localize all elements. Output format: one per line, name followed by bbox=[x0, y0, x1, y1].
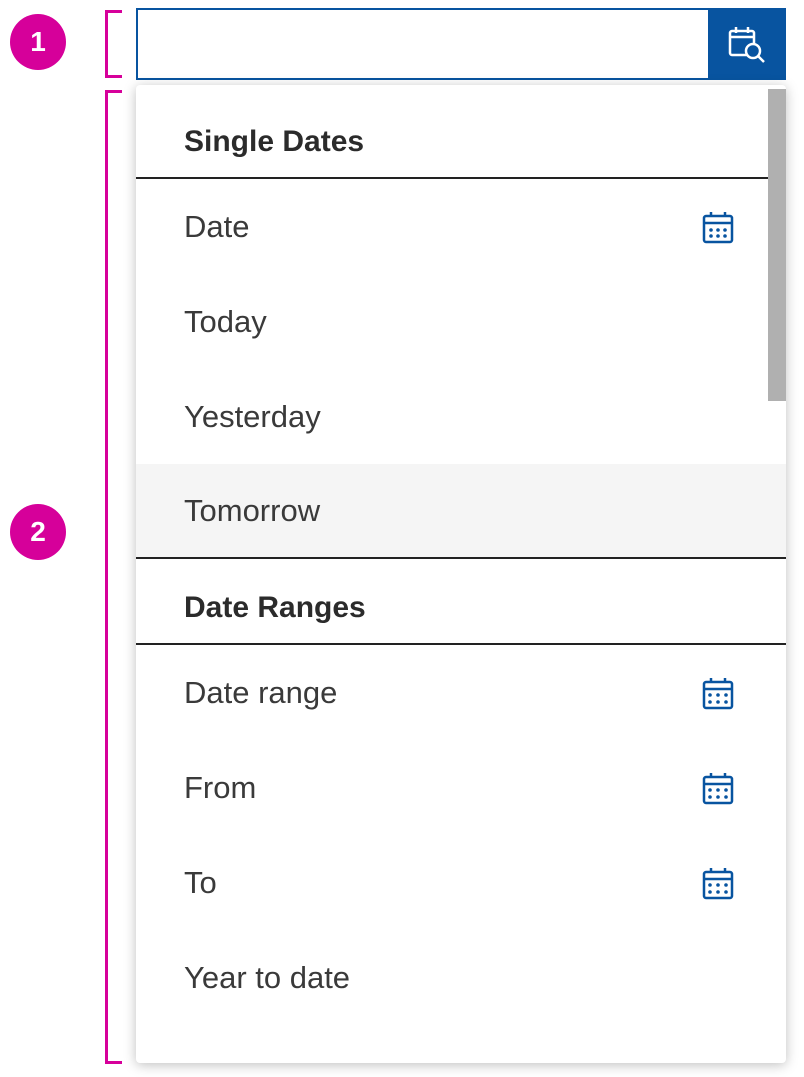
date-options-dropdown: Single Dates Date bbox=[136, 85, 786, 1063]
date-picker-button[interactable] bbox=[708, 10, 784, 78]
group-header-date-ranges: Date Ranges bbox=[136, 559, 786, 645]
option-label: Today bbox=[184, 304, 267, 340]
annotation-bracket-1 bbox=[105, 10, 108, 78]
option-yesterday[interactable]: Yesterday bbox=[136, 369, 786, 464]
calendar-range-icon bbox=[698, 673, 738, 713]
calendar-single-icon bbox=[698, 207, 738, 247]
scrollbar[interactable] bbox=[768, 89, 786, 401]
option-label: To bbox=[184, 865, 217, 901]
option-to[interactable]: To bbox=[136, 835, 786, 930]
option-label: Date range bbox=[184, 675, 337, 711]
calendar-search-icon bbox=[726, 24, 766, 64]
group-header-single-dates: Single Dates bbox=[136, 85, 786, 179]
date-input[interactable] bbox=[138, 10, 708, 78]
annotation-badge-2: 2 bbox=[10, 504, 66, 560]
option-from[interactable]: From bbox=[136, 740, 786, 835]
option-today[interactable]: Today bbox=[136, 274, 786, 369]
option-label: Yesterday bbox=[184, 399, 321, 435]
option-label: From bbox=[184, 770, 256, 806]
calendar-range-icon bbox=[698, 768, 738, 808]
option-label: Tomorrow bbox=[184, 493, 320, 529]
option-year-to-date[interactable]: Year to date bbox=[136, 930, 786, 1025]
option-date[interactable]: Date bbox=[136, 179, 786, 274]
annotation-bracket-2 bbox=[105, 90, 108, 1064]
option-label: Date bbox=[184, 209, 249, 245]
option-label: Year to date bbox=[184, 960, 350, 996]
option-date-range[interactable]: Date range bbox=[136, 645, 786, 740]
date-picker-panel: Single Dates Date bbox=[136, 8, 786, 1068]
option-tomorrow[interactable]: Tomorrow bbox=[136, 464, 786, 559]
calendar-range-icon bbox=[698, 863, 738, 903]
date-input-row bbox=[136, 8, 786, 80]
annotation-badge-1: 1 bbox=[10, 14, 66, 70]
